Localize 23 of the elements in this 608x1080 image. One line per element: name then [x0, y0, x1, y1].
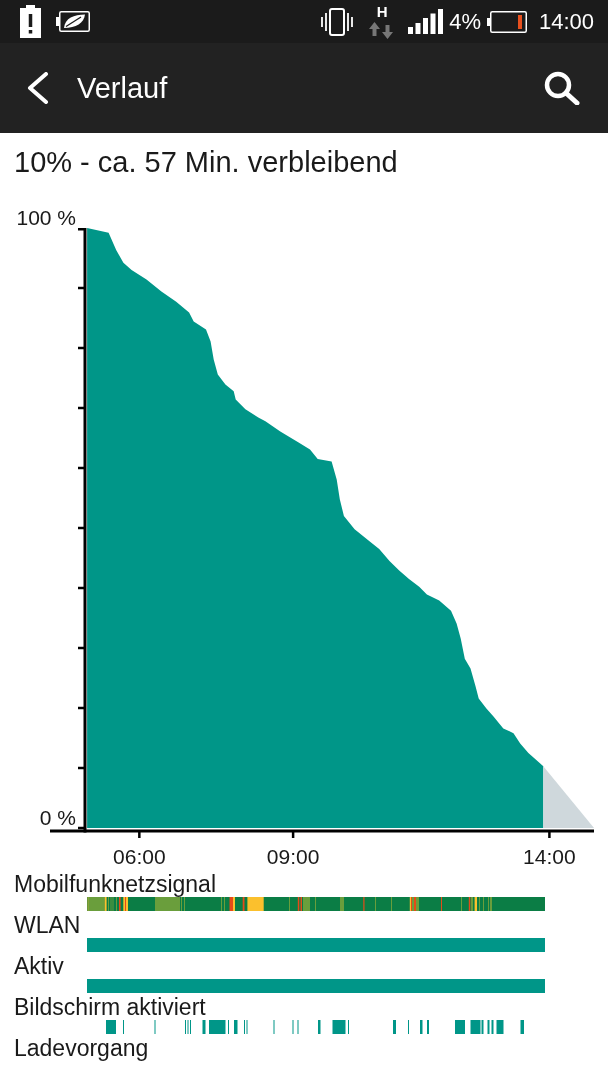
battery-summary: 10% - ca. 57 Min. verbleibend — [14, 147, 398, 177]
screen-title: Verlauf — [77, 71, 168, 105]
leaf-battery-icon — [56, 11, 90, 32]
y-axis-label: 0 % — [39, 806, 76, 829]
x-axis-label: 09:00 — [266, 845, 320, 868]
search-icon[interactable] — [544, 71, 580, 105]
timeline-label: Aktiv — [14, 954, 64, 978]
timeline-label: Mobilfunknetzsignal — [14, 872, 216, 896]
vibrate-icon — [321, 7, 354, 36]
timeline-label: Ladevorgang — [14, 1036, 149, 1060]
signal-strength-icon — [408, 9, 444, 34]
x-axis-label: 06:00 — [113, 845, 166, 868]
x-axis-label: 14:00 — [523, 845, 576, 868]
back-icon[interactable] — [27, 72, 49, 104]
battery-alert-icon — [20, 5, 41, 38]
battery-percent-label: 4% — [449, 8, 481, 35]
battery-icon — [486, 10, 527, 33]
network-type-label: H — [376, 4, 388, 19]
timeline-label: WLAN — [14, 913, 81, 937]
data-arrows-icon — [369, 22, 396, 39]
timeline-label: Bildschirm aktiviert — [14, 995, 206, 1019]
clock-label: 14:00 — [538, 8, 594, 35]
y-axis-label: 100 % — [16, 206, 76, 229]
